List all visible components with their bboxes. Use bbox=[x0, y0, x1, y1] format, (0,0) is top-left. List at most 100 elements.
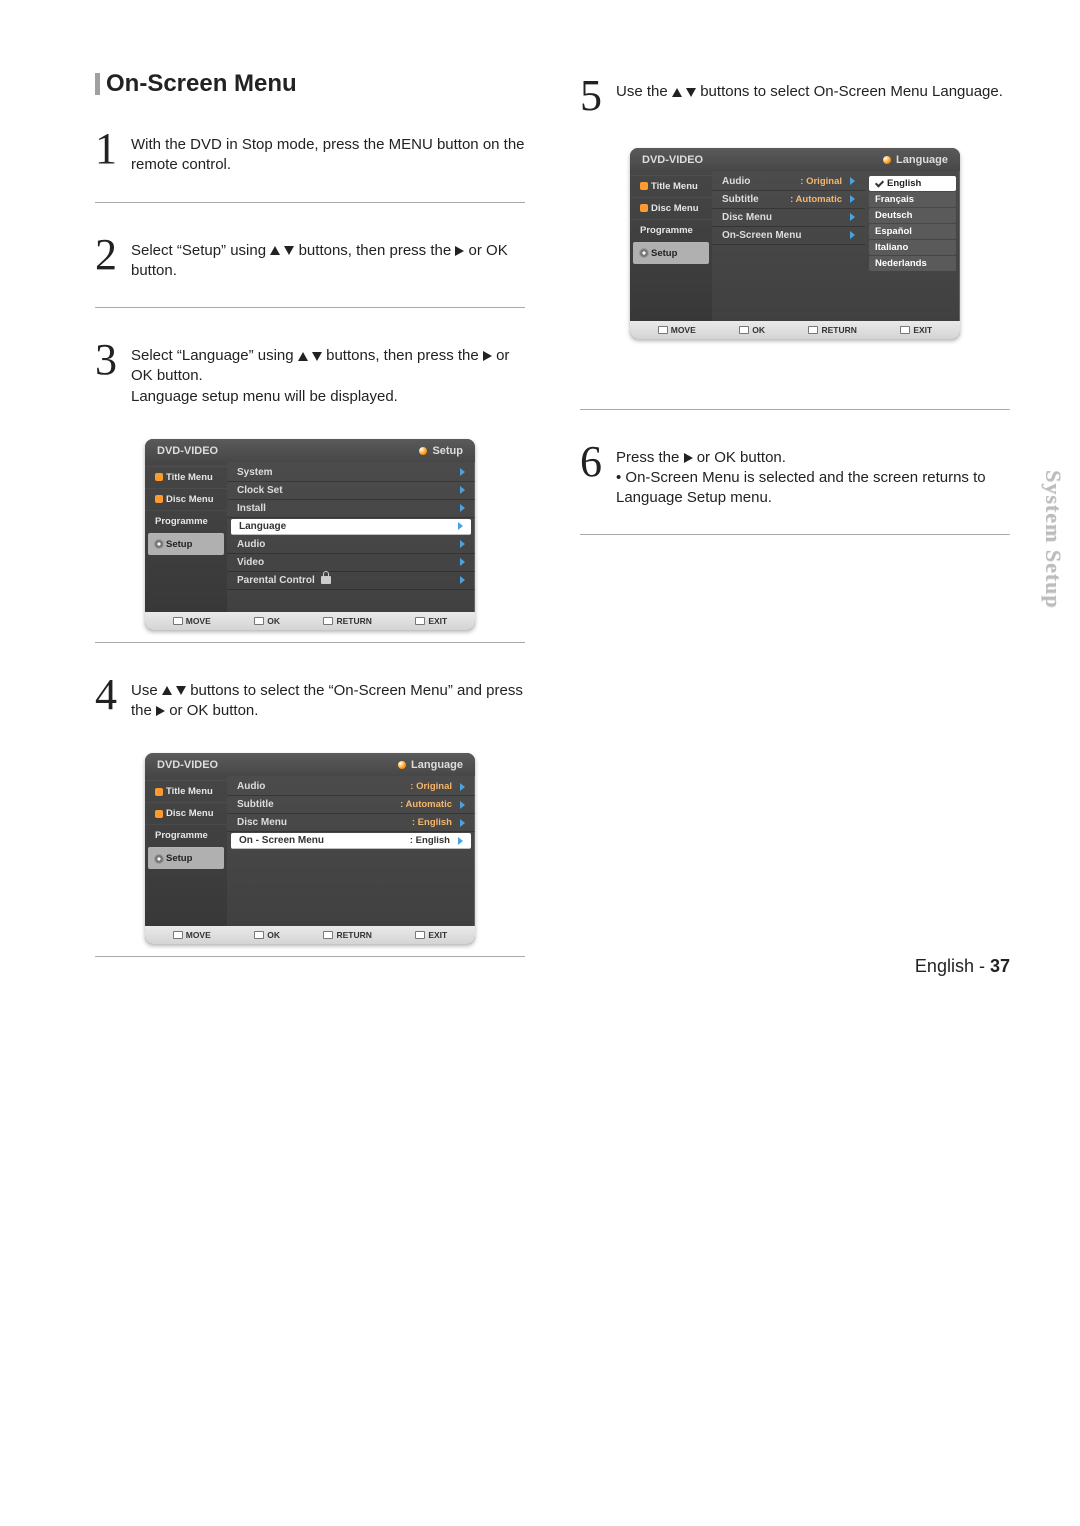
disc-icon bbox=[155, 495, 163, 503]
triangle-up-icon bbox=[298, 352, 308, 361]
triangle-up-icon bbox=[672, 88, 682, 97]
disc-icon bbox=[155, 473, 163, 481]
move-icon bbox=[658, 326, 668, 334]
triangle-right-icon bbox=[455, 246, 464, 256]
osd-menu-row: Disc Menu bbox=[712, 209, 865, 227]
accent-bar-icon bbox=[95, 73, 100, 95]
exit-icon bbox=[415, 931, 425, 939]
arrow-right-icon bbox=[850, 213, 855, 221]
dot-icon bbox=[883, 156, 891, 164]
osd-menu-row: Disc Menu: English bbox=[227, 814, 475, 832]
move-icon bbox=[173, 931, 183, 939]
step-number: 3 bbox=[95, 340, 117, 407]
triangle-up-icon bbox=[162, 686, 172, 695]
osd-menu-row: Subtitle: Automatic bbox=[227, 796, 475, 814]
disc-icon bbox=[640, 182, 648, 190]
arrow-right-icon bbox=[458, 837, 463, 845]
return-icon bbox=[323, 931, 333, 939]
side-tab: System Setup bbox=[1040, 470, 1066, 609]
osd-sidebar: Title Menu Disc Menu Programme Setup bbox=[145, 776, 227, 926]
triangle-down-icon bbox=[686, 88, 696, 97]
osd-footer: MOVE OK RETURN EXIT bbox=[630, 321, 960, 339]
triangle-up-icon bbox=[270, 246, 280, 255]
osd-menu-row: Audio bbox=[227, 536, 475, 554]
osd-corner: Language bbox=[411, 759, 463, 771]
osd-menu-row: System bbox=[227, 464, 475, 482]
arrow-right-icon bbox=[460, 819, 465, 827]
osd-menu-row: Subtitle: Automatic bbox=[712, 191, 865, 209]
osd-language-option: Deutsch bbox=[869, 208, 956, 223]
osd-language-option: Español bbox=[869, 224, 956, 239]
ok-icon bbox=[739, 326, 749, 334]
osd-language-option: Italiano bbox=[869, 240, 956, 255]
osd-corner: Setup bbox=[432, 445, 463, 457]
ok-icon bbox=[254, 617, 264, 625]
osd-main: Audio: OriginalSubtitle: AutomaticDisc M… bbox=[227, 776, 475, 926]
ok-icon bbox=[254, 931, 264, 939]
triangle-right-icon bbox=[483, 351, 492, 361]
exit-icon bbox=[415, 617, 425, 625]
osd-menu-row: Language bbox=[231, 519, 471, 535]
gear-icon bbox=[155, 540, 163, 548]
triangle-down-icon bbox=[176, 686, 186, 695]
return-icon bbox=[323, 617, 333, 625]
osd-language-option: Nederlands bbox=[869, 256, 956, 271]
osd-menu-row: Clock Set bbox=[227, 482, 475, 500]
arrow-right-icon bbox=[458, 522, 463, 530]
osd-footer: MOVE OK RETURN EXIT bbox=[145, 612, 475, 630]
check-icon bbox=[875, 179, 884, 188]
arrow-right-icon bbox=[850, 231, 855, 239]
step-number: 6 bbox=[580, 442, 602, 509]
gear-icon bbox=[640, 249, 648, 257]
arrow-right-icon bbox=[850, 177, 855, 185]
exit-icon bbox=[900, 326, 910, 334]
osd-main: Audio: OriginalSubtitle: AutomaticDisc M… bbox=[712, 171, 960, 321]
arrow-right-icon bbox=[460, 504, 465, 512]
gear-icon bbox=[155, 855, 163, 863]
osd-footer: MOVE OK RETURN EXIT bbox=[145, 926, 475, 944]
triangle-right-icon bbox=[156, 706, 165, 716]
disc-icon bbox=[155, 810, 163, 818]
lock-icon bbox=[321, 576, 331, 584]
osd-sidebar: Title Menu Disc Menu Programme Setup bbox=[630, 171, 712, 321]
arrow-right-icon bbox=[460, 540, 465, 548]
page-footer: English - 37 bbox=[915, 956, 1010, 977]
step-text: Select “Setup” using buttons, then press… bbox=[131, 235, 525, 282]
step-text: Press the or OK button. • On-Screen Menu… bbox=[616, 442, 1010, 509]
disc-icon bbox=[640, 204, 648, 212]
triangle-down-icon bbox=[312, 352, 322, 361]
osd-title: DVD-VIDEO bbox=[642, 154, 703, 166]
arrow-right-icon bbox=[460, 801, 465, 809]
dot-icon bbox=[398, 761, 406, 769]
arrow-right-icon bbox=[460, 576, 465, 584]
section-title: On-Screen Menu bbox=[95, 70, 525, 98]
step-text: Use the buttons to select On-Screen Menu… bbox=[616, 76, 1003, 116]
step-number: 4 bbox=[95, 675, 117, 722]
osd-menu-row: Audio: Original bbox=[227, 778, 475, 796]
osd-screenshot-language: DVD-VIDEO Language Title Menu Disc Menu … bbox=[145, 753, 475, 944]
return-icon bbox=[808, 326, 818, 334]
section-title-text: On-Screen Menu bbox=[106, 70, 297, 98]
osd-language-options: EnglishFrançaisDeutschEspañolItalianoNed… bbox=[865, 173, 960, 319]
step-text: With the DVD in Stop mode, press the MEN… bbox=[131, 129, 525, 176]
osd-title: DVD-VIDEO bbox=[157, 759, 218, 771]
step-5: 5 Use the buttons to select On-Screen Me… bbox=[580, 70, 1010, 130]
osd-title: DVD-VIDEO bbox=[157, 445, 218, 457]
osd-language-option: English bbox=[869, 176, 956, 191]
step-text: Use buttons to select the “On-Screen Men… bbox=[131, 675, 525, 722]
osd-menu-row: Audio: Original bbox=[712, 173, 865, 191]
step-3: 3 Select “Language” using buttons, then … bbox=[95, 334, 525, 421]
arrow-right-icon bbox=[850, 195, 855, 203]
step-4: 4 Use buttons to select the “On-Screen M… bbox=[95, 669, 525, 736]
arrow-right-icon bbox=[460, 486, 465, 494]
osd-corner: Language bbox=[896, 154, 948, 166]
osd-language-option: Français bbox=[869, 192, 956, 207]
arrow-right-icon bbox=[460, 558, 465, 566]
triangle-right-icon bbox=[684, 453, 693, 463]
dot-icon bbox=[419, 447, 427, 455]
osd-menu-row: Install bbox=[227, 500, 475, 518]
disc-icon bbox=[155, 788, 163, 796]
osd-menu-row: On - Screen Menu: English bbox=[231, 833, 471, 849]
triangle-down-icon bbox=[284, 246, 294, 255]
osd-screenshot-language-options: DVD-VIDEO Language Title Menu Disc Menu … bbox=[630, 148, 960, 339]
